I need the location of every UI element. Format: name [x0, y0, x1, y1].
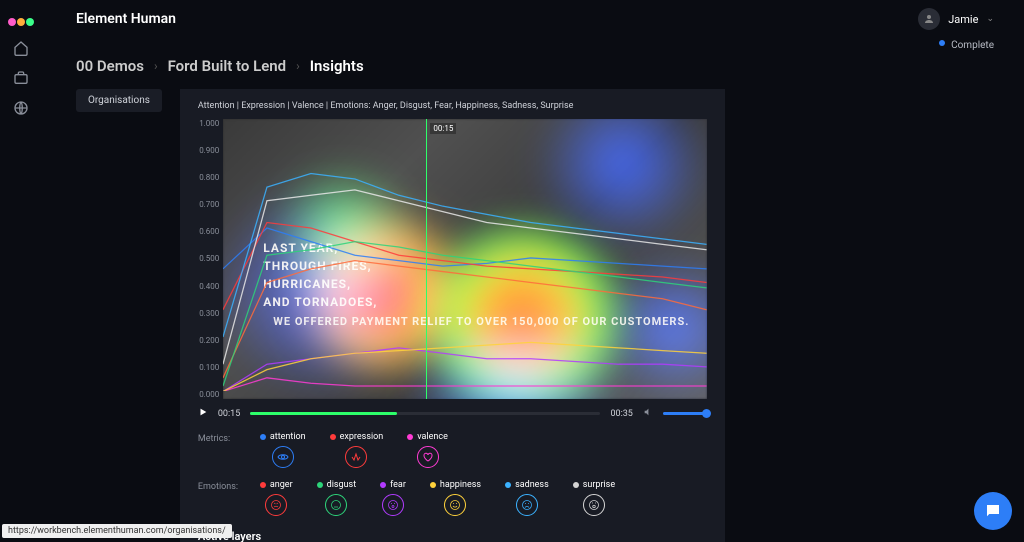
username[interactable]: Jamie — [948, 13, 978, 26]
y-tick: 0.400 — [199, 282, 219, 291]
legend-label: disgust — [317, 480, 357, 490]
legend-anger[interactable]: anger — [260, 480, 293, 516]
crumb-sep: › — [154, 59, 158, 73]
home-icon[interactable] — [13, 40, 29, 56]
legend-dot — [317, 482, 323, 488]
legend-label: fear — [380, 480, 406, 490]
crumb-sep: › — [296, 59, 300, 73]
chat-bubble[interactable] — [974, 492, 1012, 530]
panel-header: Attention | Expression | Valence | Emoti… — [198, 101, 707, 119]
metrics-section: Metrics: attention expression valence — [198, 424, 707, 472]
organisations-chip[interactable]: Organisations — [76, 89, 162, 112]
attention-icon[interactable] — [272, 446, 294, 468]
emotions-label: Emotions: — [198, 480, 244, 492]
chevron-down-icon[interactable]: ⌄ — [986, 14, 994, 24]
time-current: 00:15 — [218, 409, 240, 419]
y-axis: 1.000 0.900 0.800 0.700 0.600 0.500 0.400 0.300… — [198, 119, 223, 399]
top-header: Element Human Jamie ⌄ — [42, 0, 1024, 38]
legend-surprise[interactable]: surprise — [573, 480, 615, 516]
insights-panel: Attention | Expression | Valence | Emoti… — [180, 89, 725, 542]
crumb-2: Insights — [310, 57, 364, 75]
avatar[interactable] — [918, 8, 940, 30]
volume-thumb[interactable] — [702, 409, 711, 418]
y-tick: 0.900 — [199, 146, 219, 155]
status-dot — [939, 40, 945, 46]
crumb-0[interactable]: 00 Demos — [76, 57, 144, 75]
legend-label: anger — [260, 480, 293, 490]
y-tick: 0.000 — [199, 390, 219, 399]
valence-icon[interactable] — [417, 446, 439, 468]
legend-dot — [505, 482, 511, 488]
legend-label: happiness — [430, 480, 481, 490]
emotions-section: Emotions: anger disgust fear — [198, 472, 707, 520]
legend-label: attention — [260, 432, 306, 442]
y-tick: 0.500 — [199, 254, 219, 263]
legend-label: sadness — [505, 480, 549, 490]
legend-dot — [407, 434, 413, 440]
fear-icon[interactable] — [382, 494, 404, 516]
y-tick: 0.100 — [199, 363, 219, 372]
layers-title: Active layers — [198, 520, 707, 542]
legend-sadness[interactable]: sadness — [505, 480, 549, 516]
legend-fear[interactable]: fear — [380, 480, 406, 516]
legend-dot — [573, 482, 579, 488]
y-tick: 0.600 — [199, 227, 219, 236]
expression-icon[interactable] — [345, 446, 367, 468]
legend-label: valence — [407, 432, 448, 442]
briefcase-icon[interactable] — [13, 70, 29, 86]
legend-dot — [260, 434, 266, 440]
scrubber-fill — [250, 412, 397, 415]
y-tick: 0.200 — [199, 336, 219, 345]
left-rail — [0, 0, 42, 542]
crumb-1[interactable]: Ford Built to Lend — [168, 57, 287, 75]
legend-dot — [330, 434, 336, 440]
y-tick: 0.800 — [199, 173, 219, 182]
y-tick: 0.700 — [199, 200, 219, 209]
legend-label: expression — [330, 432, 384, 442]
surprise-icon[interactable] — [583, 494, 605, 516]
side-tag: Organisations — [76, 89, 162, 542]
playback-bar: 00:15 00:35 — [198, 399, 707, 424]
status-row: Complete — [42, 38, 1024, 57]
chart-wrap: 1.000 0.900 0.800 0.700 0.600 0.500 0.400 0.300… — [198, 119, 707, 399]
volume-icon[interactable] — [643, 407, 653, 420]
volume-slider[interactable] — [663, 412, 707, 415]
time-total: 00:35 — [610, 409, 632, 419]
breadcrumb: 00 Demos › Ford Built to Lend › Insights — [42, 57, 1024, 89]
play-button[interactable] — [198, 407, 208, 420]
legend-valence[interactable]: valence — [407, 432, 448, 468]
y-tick: 0.300 — [199, 309, 219, 318]
disgust-icon[interactable] — [325, 494, 347, 516]
app-logo — [8, 18, 34, 26]
y-tick: 1.000 — [199, 119, 219, 128]
legend-dot — [260, 482, 266, 488]
footer-url-tooltip: https://workbench.elementhuman.com/organ… — [2, 524, 232, 538]
chart-area[interactable]: LAST YEAR,THROUGH FIRES,HURRICANES,AND T… — [223, 119, 707, 399]
legend-label: surprise — [573, 480, 615, 490]
legend-happiness[interactable]: happiness — [430, 480, 481, 516]
legend-dot — [430, 482, 436, 488]
brand-title: Element Human — [76, 11, 176, 27]
sadness-icon[interactable] — [516, 494, 538, 516]
time-marker[interactable] — [426, 119, 427, 399]
scrubber[interactable] — [250, 412, 600, 415]
happiness-icon[interactable] — [444, 494, 466, 516]
legend-disgust[interactable]: disgust — [317, 480, 357, 516]
globe-icon[interactable] — [13, 100, 29, 116]
anger-icon[interactable] — [265, 494, 287, 516]
legend-attention[interactable]: attention — [260, 432, 306, 468]
chart-lines — [223, 119, 707, 391]
legend-dot — [380, 482, 386, 488]
legend-expression[interactable]: expression — [330, 432, 384, 468]
metrics-label: Metrics: — [198, 432, 244, 444]
time-marker-label: 00:15 — [430, 123, 456, 134]
status-label: Complete — [951, 40, 994, 51]
